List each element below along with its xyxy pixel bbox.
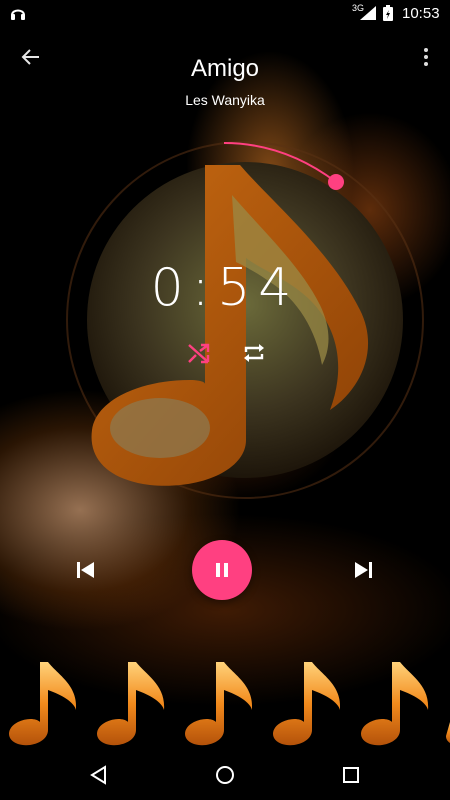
mini-note bbox=[9, 662, 77, 746]
skip-previous-icon bbox=[77, 562, 94, 578]
system-back-button[interactable] bbox=[84, 760, 114, 790]
recents-square-icon bbox=[343, 767, 359, 783]
mini-note bbox=[446, 722, 450, 743]
more-vert-icon bbox=[424, 48, 428, 66]
pause-icon bbox=[216, 563, 228, 577]
system-navigation-bar bbox=[0, 750, 450, 800]
system-recents-button[interactable] bbox=[336, 760, 366, 790]
elapsed-time: 0:54 bbox=[150, 258, 300, 318]
next-track-button[interactable] bbox=[346, 552, 382, 588]
home-circle-icon bbox=[216, 766, 234, 784]
mini-note bbox=[273, 662, 341, 746]
play-pause-button[interactable] bbox=[192, 540, 252, 600]
skip-next-icon bbox=[355, 562, 372, 578]
headset-icon bbox=[11, 9, 25, 20]
track-title: Amigo bbox=[190, 55, 260, 82]
signal-icon bbox=[360, 6, 376, 20]
music-notes-decoration bbox=[9, 662, 450, 746]
seek-thumb[interactable] bbox=[328, 174, 344, 190]
repeat-icon bbox=[244, 344, 264, 362]
shuffle-button[interactable] bbox=[182, 336, 216, 370]
clock: 10:53 bbox=[402, 5, 440, 22]
repeat-button[interactable] bbox=[237, 336, 271, 370]
overflow-menu-button[interactable] bbox=[412, 40, 440, 74]
mini-note bbox=[97, 662, 165, 746]
status-bar: 3G 10:53 bbox=[0, 0, 450, 26]
mini-note bbox=[361, 662, 429, 746]
track-artist: Les Wanyika bbox=[185, 92, 265, 108]
note-head-highlight bbox=[110, 398, 210, 458]
back-triangle-icon bbox=[90, 765, 106, 785]
previous-track-button[interactable] bbox=[67, 552, 103, 588]
battery-icon bbox=[383, 5, 393, 21]
shuffle-icon bbox=[188, 343, 210, 364]
system-home-button[interactable] bbox=[210, 760, 240, 790]
music-player-screen: 3G 10:53 Amigo Les Wanyika 0:54 bbox=[0, 0, 450, 800]
mini-note bbox=[185, 662, 253, 746]
